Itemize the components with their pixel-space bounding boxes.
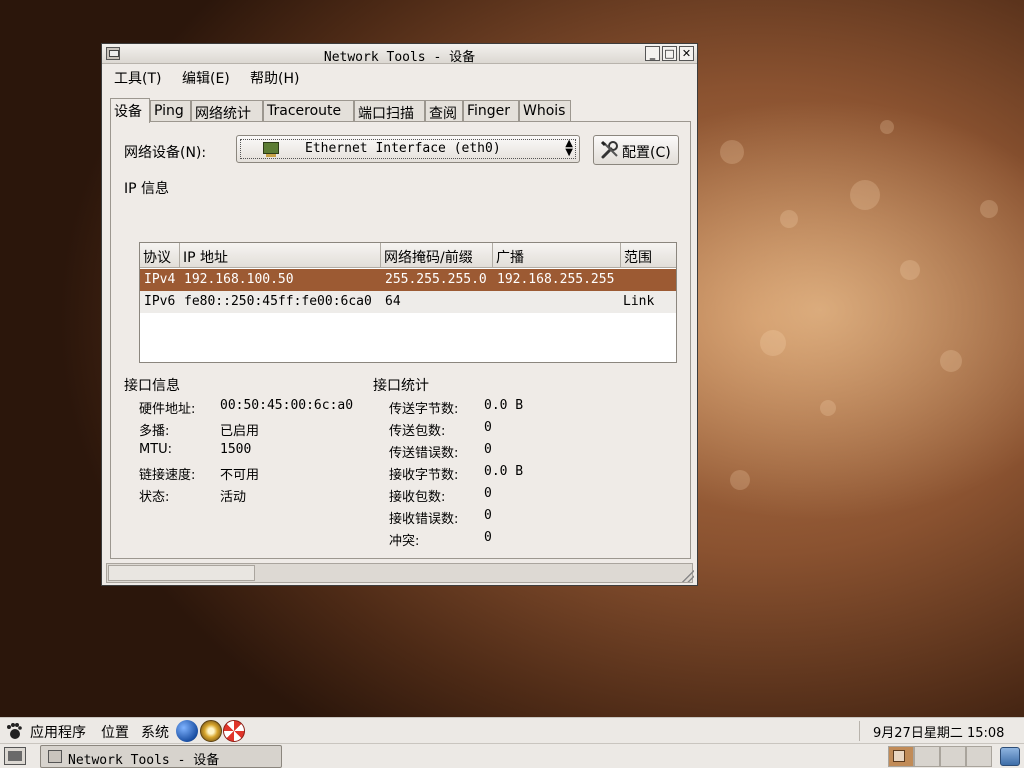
column-header-address[interactable]: IP 地址: [180, 243, 381, 268]
link-speed-value: 不可用: [220, 468, 260, 483]
collisions-value: 0: [484, 530, 492, 545]
menu-bar: 工具(T) 编辑(E) 帮助(H): [102, 64, 697, 88]
interface-stats-heading: 接口统计: [373, 378, 429, 394]
tx-bytes-label: 传送字节数:: [389, 402, 459, 417]
column-header-netmask[interactable]: 网络掩码/前缀: [381, 243, 493, 268]
rx-packets-label: 接收包数:: [389, 490, 446, 505]
column-header-scope[interactable]: 范围: [621, 243, 676, 268]
rx-bytes-value: 0.0 B: [484, 464, 524, 479]
resize-grip-icon[interactable]: [682, 570, 694, 582]
network-card-icon: [263, 142, 279, 157]
network-tools-app-icon: [48, 750, 62, 763]
rx-errors-value: 0: [484, 508, 492, 523]
email-client-icon[interactable]: [200, 720, 222, 742]
top-panel: 应用程序 位置 系统 9月27日星期二 15:08: [0, 717, 1024, 743]
cell-scope: Link: [623, 294, 655, 309]
mtu-label: MTU:: [139, 442, 173, 457]
hw-address-value: 00:50:45:00:6c:a0: [220, 398, 354, 413]
tx-packets-label: 传送包数:: [389, 424, 446, 439]
panel-separator: [859, 721, 860, 741]
mtu-value: 1500: [220, 442, 252, 457]
scrollbar-thumb[interactable]: [108, 565, 255, 581]
cell-address: 192.168.100.50: [184, 272, 294, 287]
updown-arrow-icon: ▲ ▼: [565, 138, 573, 158]
tab-finger[interactable]: Finger: [463, 100, 519, 122]
device-label: 网络设备(N):: [124, 145, 207, 161]
tx-bytes-value: 0.0 B: [484, 398, 524, 413]
cell-netmask: 255.255.255.0: [385, 272, 487, 287]
bottom-panel: Network Tools - 设备: [0, 743, 1024, 768]
rx-packets-value: 0: [484, 486, 492, 501]
tab-netstat[interactable]: 网络统计: [191, 100, 263, 122]
state-value: 活动: [220, 490, 247, 505]
ip-info-heading: IP 信息: [124, 181, 170, 197]
maximize-button[interactable]: □: [662, 46, 677, 61]
places-menu[interactable]: 位置: [101, 722, 129, 742]
cell-protocol: IPv6: [144, 294, 176, 309]
column-header-protocol[interactable]: 协议: [140, 243, 180, 268]
workspace-4[interactable]: [966, 746, 992, 767]
cell-broadcast: 192.168.255.255: [497, 272, 615, 287]
link-speed-label: 链接速度:: [139, 468, 196, 483]
rx-bytes-label: 接收字节数:: [389, 468, 459, 483]
web-browser-icon[interactable]: [176, 720, 198, 742]
collisions-label: 冲突:: [389, 534, 420, 549]
ip-info-table[interactable]: 协议 IP 地址 网络掩码/前缀 广播 范围 IPv4 192.168.100.…: [139, 242, 677, 363]
taskbar-button-label: Network Tools - 设备: [68, 753, 220, 768]
cell-address: fe80::250:45ff:fe00:6ca0: [184, 294, 372, 309]
tx-packets-value: 0: [484, 420, 492, 435]
configure-button[interactable]: 配置(C): [593, 135, 679, 165]
tx-errors-label: 传送错误数:: [389, 446, 459, 461]
help-icon[interactable]: [223, 720, 245, 742]
device-select[interactable]: Ethernet Interface (eth0) ▲ ▼: [236, 135, 580, 163]
tab-whois[interactable]: Whois: [519, 100, 571, 122]
state-label: 状态:: [139, 490, 170, 505]
minimize-button[interactable]: _: [645, 46, 660, 61]
workspace-2[interactable]: [914, 746, 940, 767]
tx-errors-value: 0: [484, 442, 492, 457]
configure-button-label: 配置(C): [622, 145, 671, 161]
table-header: 协议 IP 地址 网络掩码/前缀 广播 范围: [140, 243, 676, 268]
cell-protocol: IPv4: [144, 272, 176, 287]
system-menu[interactable]: 系统: [141, 722, 169, 742]
horizontal-scrollbar[interactable]: [106, 563, 693, 583]
menu-edit[interactable]: 编辑(E): [182, 68, 230, 88]
workspace-1[interactable]: [888, 746, 914, 767]
table-row[interactable]: IPv4 192.168.100.50 255.255.255.0 192.16…: [140, 269, 676, 291]
gnome-foot-icon[interactable]: [6, 722, 22, 740]
tab-devices[interactable]: 设备: [110, 98, 150, 123]
clock[interactable]: 9月27日星期二 15:08: [873, 722, 1004, 741]
cell-netmask: 64: [385, 294, 401, 309]
menu-help[interactable]: 帮助(H): [250, 68, 299, 88]
window-title: Network Tools - 设备: [323, 50, 476, 65]
tab-ping[interactable]: Ping: [150, 100, 191, 122]
applications-menu[interactable]: 应用程序: [30, 722, 86, 742]
multicast-value: 已启用: [220, 424, 260, 439]
table-row[interactable]: IPv6 fe80::250:45ff:fe00:6ca0 64 Link: [140, 291, 676, 313]
menu-tools[interactable]: 工具(T): [114, 68, 161, 88]
rx-errors-label: 接收错误数:: [389, 512, 459, 527]
tab-lookup[interactable]: 查阅: [425, 100, 463, 122]
column-header-broadcast[interactable]: 广播: [493, 243, 621, 268]
multicast-label: 多播:: [139, 424, 170, 439]
tab-traceroute[interactable]: Traceroute: [263, 100, 354, 122]
tab-port-scan[interactable]: 端口扫描: [354, 100, 425, 122]
title-bar[interactable]: Network Tools - 设备 _ □ ✕: [102, 44, 697, 65]
devices-panel: 网络设备(N): Ethernet Interface (eth0) ▲ ▼ 配置…: [110, 121, 691, 559]
network-tools-window: Network Tools - 设备 _ □ ✕ 工具(T) 编辑(E) 帮助(…: [101, 43, 698, 586]
device-select-value: Ethernet Interface (eth0): [305, 141, 501, 156]
trash-icon[interactable]: [1000, 747, 1020, 766]
taskbar-button-network-tools[interactable]: Network Tools - 设备: [40, 745, 282, 768]
hw-address-label: 硬件地址:: [139, 402, 196, 417]
workspace-3[interactable]: [940, 746, 966, 767]
wrench-screwdriver-icon: [600, 140, 618, 159]
close-button[interactable]: ✕: [679, 46, 694, 61]
interface-info-heading: 接口信息: [124, 378, 180, 394]
show-desktop-icon[interactable]: [4, 747, 26, 765]
